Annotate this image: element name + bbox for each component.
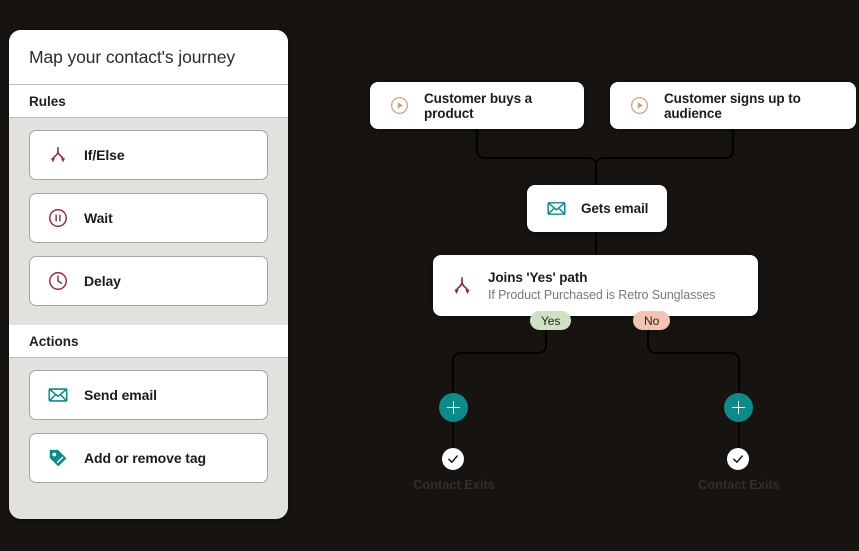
add-step-button-no[interactable] bbox=[724, 393, 753, 422]
section-header-rules: Rules bbox=[9, 85, 288, 118]
sidebar-item-delay[interactable]: Delay bbox=[29, 256, 268, 306]
branch-icon bbox=[450, 274, 474, 298]
flow-node-text-block: Joins 'Yes' path If Product Purchased is… bbox=[488, 270, 715, 302]
branch-badge-no: No bbox=[633, 311, 671, 330]
sidebar-item-send-email[interactable]: Send email bbox=[29, 370, 268, 420]
sidebar-section-rules: Rules If/Else Wait Delay bbox=[9, 85, 288, 325]
branch-icon bbox=[46, 143, 70, 167]
sidebar-item-add-remove-tag[interactable]: Add or remove tag bbox=[29, 433, 268, 483]
flow-node-label: Customer buys a product bbox=[424, 90, 533, 121]
sidebar-item-label: Send email bbox=[84, 387, 157, 403]
journey-flow-canvas: Customer buys a product Customer signs u… bbox=[300, 0, 859, 551]
sidebar-item-label: Delay bbox=[84, 273, 121, 289]
pause-circle-icon bbox=[46, 206, 70, 230]
envelope-icon bbox=[46, 383, 70, 407]
contact-exits-label-yes: Contact Exits bbox=[413, 477, 495, 492]
envelope-icon bbox=[544, 197, 568, 221]
sidebar-item-label: Add or remove tag bbox=[84, 450, 206, 466]
contact-exits-check-icon-no bbox=[727, 448, 749, 470]
sidebar-item-if-else[interactable]: If/Else bbox=[29, 130, 268, 180]
flow-node-trigger-purchase[interactable]: Customer buys a product bbox=[370, 82, 584, 129]
add-step-button-yes[interactable] bbox=[439, 393, 468, 422]
flow-node-label: Joins 'Yes' path bbox=[488, 269, 588, 285]
sidebar-item-label: If/Else bbox=[84, 147, 125, 163]
actions-list: Send email Add or remove tag bbox=[9, 358, 288, 502]
sidebar-item-label: Wait bbox=[84, 210, 113, 226]
flow-node-if-else[interactable]: Joins 'Yes' path If Product Purchased is… bbox=[433, 255, 758, 316]
play-circle-icon bbox=[387, 94, 411, 118]
tag-icon bbox=[46, 446, 70, 470]
journey-builder-sidebar: Map your contact's journey Rules If/Else bbox=[9, 30, 288, 519]
flow-node-label: Gets email bbox=[581, 201, 649, 216]
contact-exits-label-no: Contact Exits bbox=[698, 477, 780, 492]
contact-exits-check-icon-yes bbox=[442, 448, 464, 470]
page-title: Map your contact's journey bbox=[9, 30, 288, 85]
branch-badge-yes: Yes bbox=[530, 311, 572, 330]
sidebar-section-actions: Actions Send email Add or remove tag bbox=[9, 325, 288, 502]
flow-node-gets-email[interactable]: Gets email bbox=[527, 185, 667, 232]
clock-icon bbox=[46, 269, 70, 293]
flow-node-sublabel: If Product Purchased is Retro Sunglasses bbox=[488, 287, 716, 302]
section-header-actions: Actions bbox=[9, 325, 288, 358]
flow-node-label: Customer signs up to audience bbox=[664, 90, 801, 121]
rules-list: If/Else Wait Delay bbox=[9, 118, 288, 325]
sidebar-item-wait[interactable]: Wait bbox=[29, 193, 268, 243]
play-circle-icon bbox=[627, 94, 651, 118]
flow-node-trigger-audience[interactable]: Customer signs up to audience bbox=[610, 82, 856, 129]
